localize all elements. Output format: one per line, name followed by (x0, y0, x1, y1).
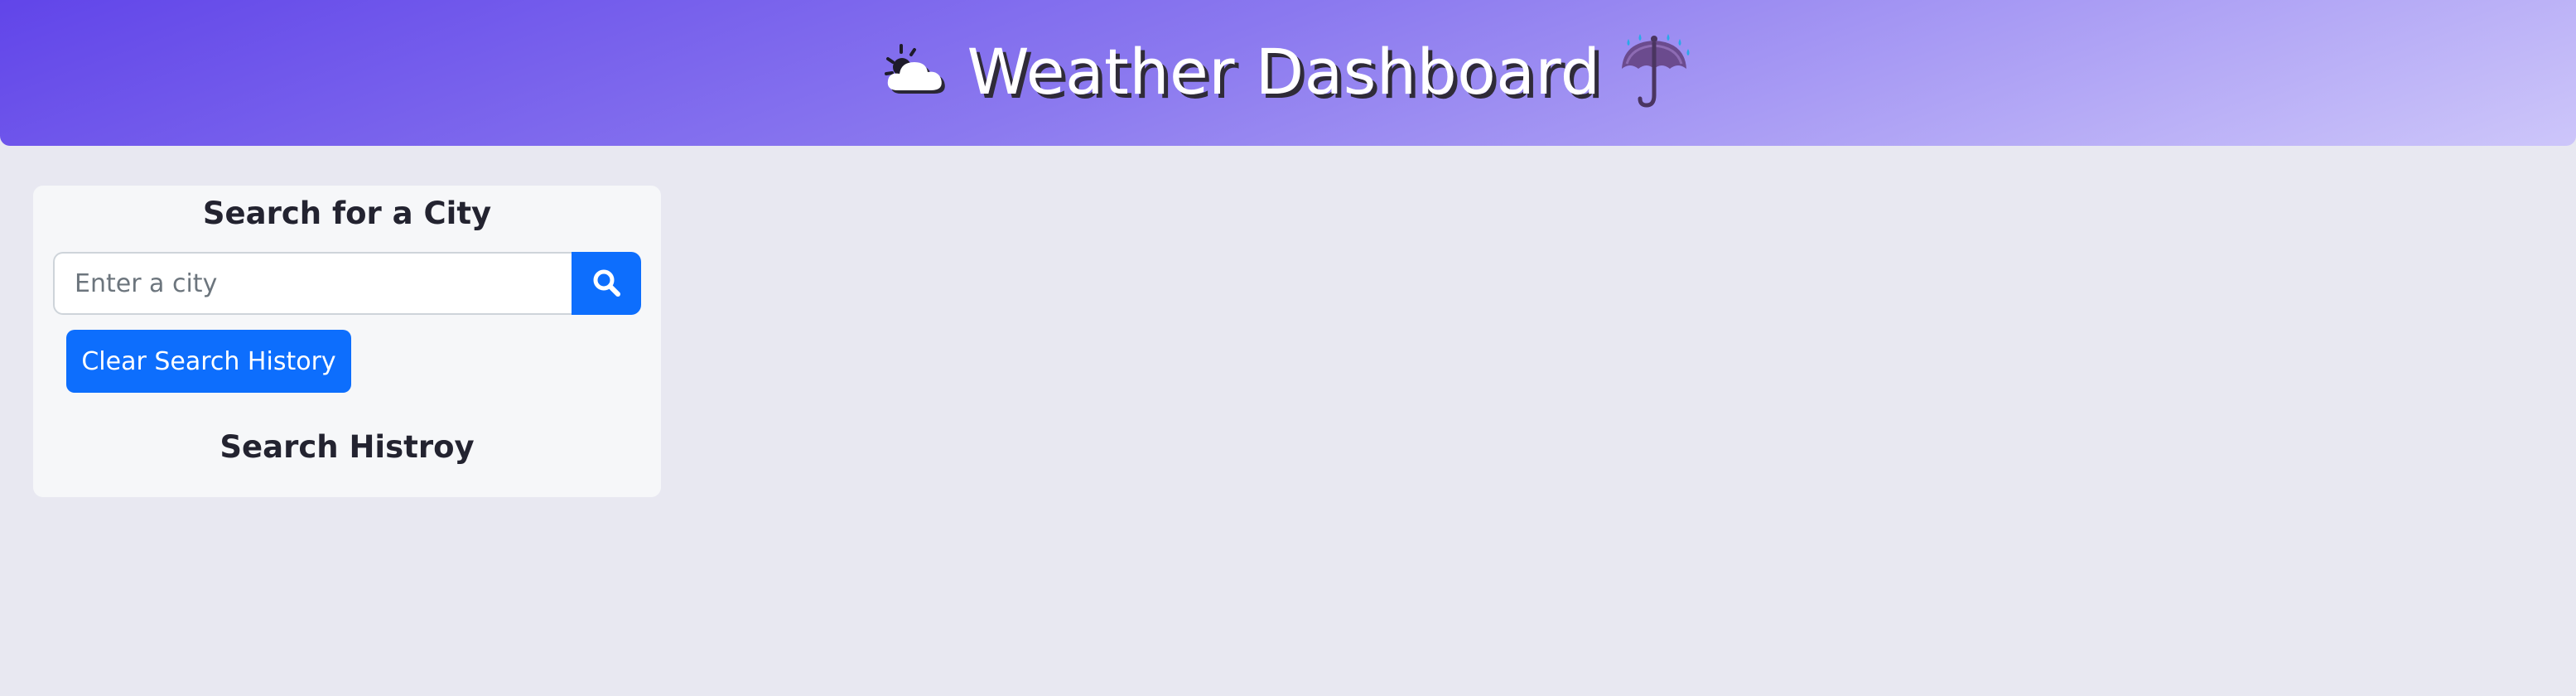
title-wrap: Weather Dashboard (883, 32, 1694, 110)
umbrella-with-rain-icon (1615, 32, 1693, 110)
page-title: Weather Dashboard (967, 34, 1601, 109)
search-heading: Search for a City (202, 196, 492, 231)
search-row (53, 252, 641, 315)
sun-behind-cloud-icon (883, 42, 953, 100)
search-icon (592, 268, 620, 299)
search-button[interactable] (572, 252, 641, 315)
header: Weather Dashboard (0, 0, 2576, 146)
search-history-heading: Search Histroy (219, 429, 475, 465)
city-search-input[interactable] (53, 252, 572, 315)
clear-history-button[interactable]: Clear Search History (66, 330, 351, 393)
